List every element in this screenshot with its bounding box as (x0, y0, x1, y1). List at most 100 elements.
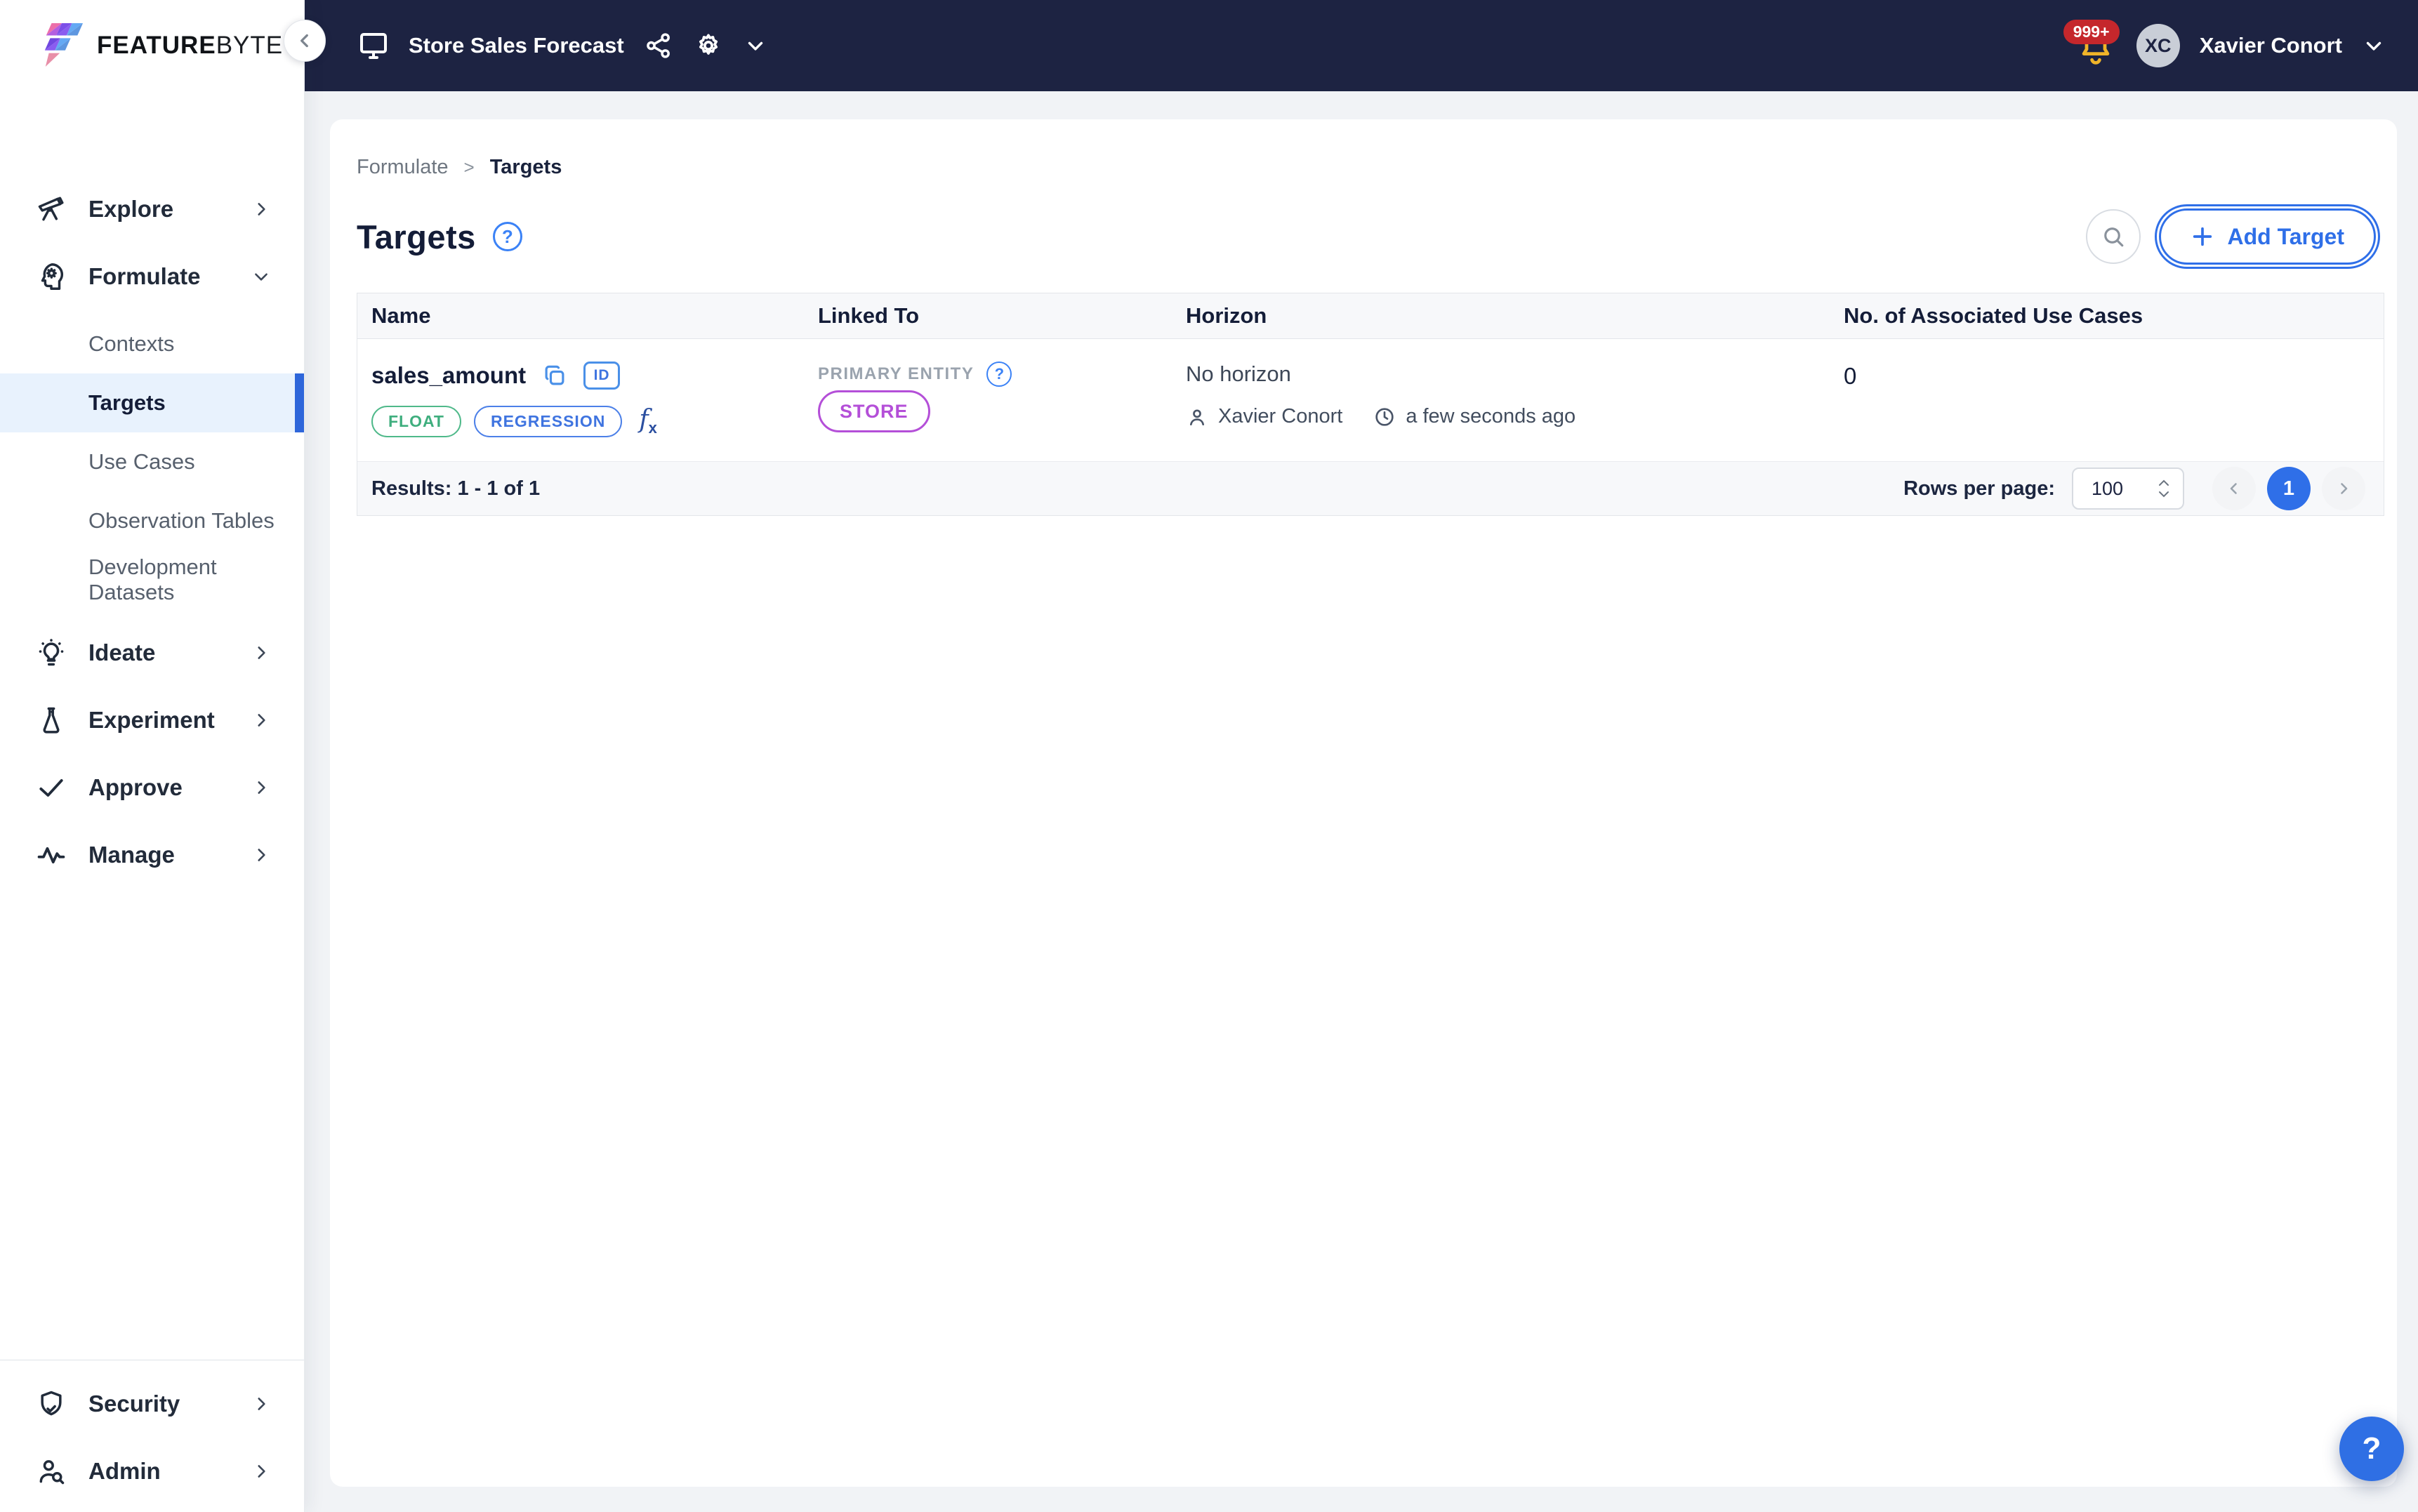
brand-wordmark: FEATUREBYTE (97, 32, 284, 59)
page-title: Targets (357, 218, 476, 256)
sidebar-item-manage[interactable]: Manage (0, 821, 304, 889)
main-content: Formulate > Targets Targets ? Add Target… (305, 91, 2418, 1512)
chevron-right-icon (258, 203, 265, 215)
share-icon[interactable] (644, 31, 673, 60)
plus-icon (2193, 227, 2212, 246)
horizon-value: No horizon (1186, 362, 1291, 386)
chevron-down-icon[interactable] (744, 34, 767, 58)
user-icon (1190, 409, 1204, 425)
sidebar-item-label: Experiment (88, 707, 215, 733)
search-button[interactable] (2086, 209, 2141, 264)
rows-per-page-label: Rows per page: (1903, 477, 2055, 500)
breadcrumb-targets: Targets (489, 156, 562, 178)
sidebar-item-label: Manage (88, 842, 175, 868)
sidebar-item-use-cases[interactable]: Use Cases (0, 432, 304, 491)
sidebar-item-contexts[interactable]: Contexts (0, 314, 304, 373)
content-card: Formulate > Targets Targets ? Add Target… (330, 119, 2397, 1487)
target-name-link[interactable]: sales_amount (371, 362, 526, 389)
sidebar-item-ideate[interactable]: Ideate (0, 619, 304, 687)
sidebar-item-label: Admin (88, 1458, 161, 1484)
formulate-subnav: Contexts Targets Use Cases Observation T… (0, 314, 304, 609)
notifications-button[interactable]: 999+ (2063, 20, 2120, 69)
title-help-icon[interactable]: ? (492, 222, 522, 251)
rows-per-page-value: 100 (2092, 477, 2124, 499)
table-header: Name Linked To Horizon No. of Associated… (357, 293, 2384, 339)
settings-gear-icon[interactable] (693, 30, 724, 61)
featurebyte-logo-icon (44, 23, 84, 67)
telescope-icon (35, 193, 67, 225)
help-fab-button[interactable]: ? (2339, 1417, 2404, 1481)
next-page-button[interactable] (2322, 467, 2365, 511)
column-header-linked-to: Linked To (818, 303, 920, 328)
breadcrumb-formulate[interactable]: Formulate (357, 156, 449, 179)
catalog-name: Store Sales Forecast (409, 33, 624, 58)
sidebar-item-targets[interactable]: Targets (0, 373, 304, 432)
column-header-horizon: Horizon (1186, 303, 1267, 328)
lightbulb-icon (35, 637, 67, 669)
sidebar-item-development-datasets[interactable]: Development Datasets (0, 550, 304, 609)
cell-horizon: No horizon Xavier Conort a few seconds a… (1172, 339, 1830, 461)
add-target-button[interactable]: Add Target (2155, 204, 2380, 269)
id-icon[interactable]: ID (583, 362, 621, 390)
search-icon (2104, 227, 2124, 247)
topbar: Store Sales Forecast 999+ XC Xavier Cono… (305, 0, 2418, 91)
sidebar-item-admin[interactable]: Admin (0, 1438, 304, 1505)
primary-entity-help-icon[interactable]: ? (986, 362, 1012, 387)
sidebar-item-experiment[interactable]: Experiment (0, 687, 304, 754)
sidebar-item-label: Formulate (88, 263, 201, 289)
updated-time: a few seconds ago (1406, 405, 1576, 427)
chevron-right-icon (258, 781, 265, 794)
primary-entity-label: PRIMARY ENTITY (818, 364, 975, 383)
entity-badge[interactable]: STORE (818, 390, 930, 432)
notifications-badge: 999+ (2063, 20, 2120, 44)
clock-icon (1375, 407, 1394, 426)
breadcrumb: Formulate > Targets (357, 156, 2384, 179)
author-name: Xavier Conort (1218, 405, 1343, 427)
sidebar-item-security[interactable]: Security (0, 1370, 304, 1438)
head-gear-icon (35, 260, 67, 293)
results-count: Results: 1 - 1 of 1 (371, 477, 541, 500)
chevron-right-icon (258, 1398, 265, 1410)
formula-icon[interactable]: fx (639, 405, 657, 437)
user-search-icon (35, 1455, 67, 1487)
cell-name: sales_amount ID FLOAT REGRESSION fx (357, 339, 804, 461)
copy-icon[interactable] (541, 362, 568, 389)
dtype-badge: FLOAT (371, 405, 461, 437)
check-icon (35, 771, 67, 804)
page-number-button[interactable]: 1 (2267, 467, 2311, 511)
column-header-name: Name (371, 303, 431, 328)
sidebar-nav: Explore Formulate Contexts Targets Use C… (0, 175, 304, 1512)
chevron-right-icon (258, 1465, 265, 1478)
sidebar-collapse-button[interactable] (284, 20, 326, 62)
shield-check-icon (35, 1388, 67, 1420)
prev-page-button[interactable] (2212, 467, 2256, 511)
catalog-switcher[interactable]: Store Sales Forecast (357, 29, 624, 62)
sidebar-item-formulate[interactable]: Formulate (0, 243, 304, 310)
cell-linked-to: PRIMARY ENTITY ? STORE (804, 339, 1172, 461)
avatar[interactable]: XC (2136, 24, 2180, 67)
chevron-down-icon (255, 273, 267, 281)
sidebar-item-approve[interactable]: Approve (0, 754, 304, 821)
chevron-right-icon (258, 714, 265, 727)
chevron-right-icon (2341, 483, 2348, 494)
sidebar-item-label: Approve (88, 774, 183, 800)
rows-per-page-select[interactable]: 100 (2072, 467, 2184, 510)
table-row: sales_amount ID FLOAT REGRESSION fx PRIM… (357, 339, 2384, 463)
task-badge: REGRESSION (473, 405, 623, 437)
sidebar: FEATUREBYTE Explore Formulate Contexts T… (0, 0, 305, 1512)
breadcrumb-separator: > (463, 157, 475, 178)
sidebar-item-explore[interactable]: Explore (0, 175, 304, 243)
chevron-right-icon (258, 849, 265, 861)
sidebar-item-label: Security (88, 1391, 180, 1417)
targets-table: Name Linked To Horizon No. of Associated… (357, 293, 2384, 517)
activity-icon (35, 839, 67, 871)
column-header-use-cases: No. of Associated Use Cases (1844, 303, 2143, 328)
monitor-icon (360, 33, 387, 59)
table-footer: Results: 1 - 1 of 1 Rows per page: 100 1 (357, 462, 2384, 516)
flask-icon (35, 704, 67, 736)
sidebar-item-label: Ideate (88, 639, 156, 665)
brand-logo[interactable]: FEATUREBYTE (0, 0, 304, 70)
user-menu-chevron-icon[interactable] (2362, 34, 2386, 58)
add-target-label: Add Target (2227, 223, 2344, 249)
sidebar-item-observation-tables[interactable]: Observation Tables (0, 491, 304, 550)
